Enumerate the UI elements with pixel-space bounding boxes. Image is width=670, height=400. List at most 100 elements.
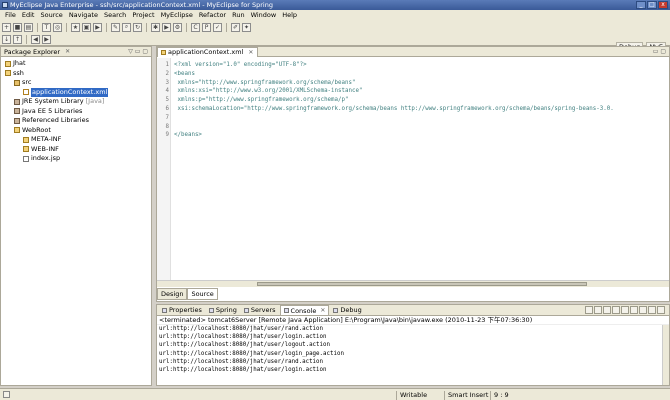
display-console-icon[interactable]	[630, 306, 638, 314]
tab-properties[interactable]: Properties	[159, 305, 205, 315]
view-menu-icon[interactable]: ▽ ▭ ▢	[128, 48, 148, 55]
web-browser-icon[interactable]: ◎	[53, 22, 62, 32]
library-icon	[14, 108, 20, 115]
vertical-scrollbar[interactable]	[662, 325, 669, 385]
scrollbar-thumb[interactable]	[257, 282, 587, 286]
horizontal-scrollbar[interactable]	[157, 280, 669, 287]
line-number: 4	[165, 88, 170, 95]
menu-project[interactable]: Project	[129, 11, 157, 19]
open-console-icon[interactable]	[639, 306, 647, 314]
tab-debug[interactable]: Debug	[330, 305, 364, 315]
tab-design[interactable]: Design	[157, 288, 188, 300]
code-editor[interactable]: 1 <?xml version="1.0" encoding="UTF-8"?> 2…	[157, 58, 669, 280]
tree-item[interactable]: WebRoot	[1, 126, 151, 136]
scroll-lock-icon[interactable]	[612, 306, 620, 314]
server-icon[interactable]: ▶	[93, 22, 102, 32]
new-package-icon[interactable]: P	[202, 22, 211, 32]
menu-source[interactable]: Source	[37, 11, 65, 19]
next-annotation-icon[interactable]: ↓	[2, 34, 11, 44]
tab-spring[interactable]: Spring	[206, 305, 240, 315]
package-explorer-tab[interactable]: Package Explorer ✕ ▽ ▭ ▢	[1, 47, 151, 57]
editor-window-controls[interactable]: ▭ ▢	[653, 48, 666, 55]
minimize-icon[interactable]	[648, 306, 656, 314]
toggle-mark-occurrences-icon[interactable]: ✐	[231, 22, 240, 32]
tab-console[interactable]: Console ✕	[279, 305, 330, 316]
main-toolbar: + ■ ▤ T ◎ ★ ▣ ▶ ✎ ⌕ ↻ ✱ ▶ ⚙ C P ✓ ✐ ✦ ↓ …	[0, 20, 670, 52]
menu-search[interactable]: Search	[101, 11, 129, 19]
deploy-icon[interactable]: ▣	[82, 22, 91, 32]
remove-launch-icon[interactable]	[594, 306, 602, 314]
clear-console-icon[interactable]	[603, 306, 611, 314]
editor-tab-applicationcontext[interactable]: applicationContext.xml ✕	[157, 47, 259, 57]
open-task-icon[interactable]: ✓	[213, 22, 222, 32]
tree-item[interactable]: ssh	[1, 69, 151, 79]
tree-item[interactable]: Java EE 5 Libraries	[1, 107, 151, 117]
tree-item[interactable]: applicationContext.xml	[1, 87, 151, 97]
tree-item[interactable]: Jhat	[1, 59, 151, 69]
tree-item[interactable]: WEB-INF	[1, 145, 151, 155]
tree-item[interactable]: META-INF	[1, 135, 151, 145]
run-icon[interactable]: ▶	[162, 22, 171, 32]
menu-help[interactable]: Help	[279, 11, 300, 19]
new-wizard-icon[interactable]: ★	[71, 22, 80, 32]
tree-item[interactable]: src	[1, 78, 151, 88]
pin-console-icon[interactable]	[621, 306, 629, 314]
tab-source[interactable]: Source	[187, 288, 218, 300]
xml-file-icon	[161, 50, 166, 55]
close-button[interactable]: x	[658, 1, 668, 9]
tree-item[interactable]: JRE System Library [Java]	[1, 97, 151, 107]
project-icon	[5, 60, 11, 67]
window-title: MyEclipse Java Enterprise - ssh/src/appl…	[10, 1, 273, 9]
new-icon[interactable]: +	[2, 22, 11, 32]
tree-item-label: JRE System Library	[22, 97, 84, 105]
properties-icon	[162, 307, 167, 313]
close-icon[interactable]: ✕	[320, 306, 325, 316]
new-class-icon[interactable]: C	[191, 22, 200, 32]
debug-icon[interactable]: ✱	[151, 22, 160, 32]
tab-servers-label: Servers	[250, 306, 276, 314]
menu-window[interactable]: Window	[248, 11, 280, 19]
line-number: 5	[165, 97, 170, 104]
console-output[interactable]: url:http://localhost:8080/jhat/user/rand…	[157, 325, 669, 383]
tree-item[interactable]: Referenced Libraries	[1, 116, 151, 126]
close-icon[interactable]: ✕	[248, 48, 253, 57]
code-line: 1 <?xml version="1.0" encoding="UTF-8"?>	[157, 61, 307, 70]
menu-navigate[interactable]: Navigate	[66, 11, 101, 19]
console-line: url:http://localhost:8080/jhat/user/logi…	[159, 334, 327, 341]
menu-myeclipse[interactable]: MyEclipse	[158, 11, 196, 19]
save-icon[interactable]: ■	[13, 22, 22, 32]
refresh-icon[interactable]: ↻	[133, 22, 142, 32]
toolbar-separator	[26, 34, 27, 44]
editor-tabs: applicationContext.xml ✕ ▭ ▢	[157, 47, 669, 57]
status-bar: Writable Smart Insert 9 : 9	[0, 388, 670, 400]
menu-run[interactable]: Run	[229, 11, 247, 19]
tree-item-label: Java EE 5 Libraries	[22, 106, 83, 115]
edit-icon[interactable]: ✎	[111, 22, 120, 32]
console-line: url:http://localhost:8080/jhat/user/logi…	[159, 350, 344, 357]
search-icon[interactable]: ⌕	[122, 22, 131, 32]
folder-icon	[23, 136, 29, 143]
annotation-icon[interactable]: ✦	[242, 22, 251, 32]
forward-icon[interactable]: ▶	[42, 34, 51, 44]
external-tools-icon[interactable]: ⚙	[173, 22, 182, 32]
fast-view-icon[interactable]	[3, 391, 10, 398]
code-line: 8	[157, 123, 174, 132]
menu-refactor[interactable]: Refactor	[196, 11, 229, 19]
tab-debug-label: Debug	[340, 306, 362, 314]
previous-annotation-icon[interactable]: ↑	[13, 34, 22, 44]
print-icon[interactable]: ▤	[24, 22, 33, 32]
terminate-icon[interactable]	[585, 306, 593, 314]
app-icon	[2, 2, 8, 8]
package-explorer: Package Explorer ✕ ▽ ▭ ▢ Jhat ssh src appli…	[0, 46, 152, 386]
back-icon[interactable]: ◀	[31, 34, 40, 44]
menu-edit[interactable]: Edit	[19, 11, 38, 19]
open-type-icon[interactable]: T	[42, 22, 51, 32]
menu-file[interactable]: File	[2, 11, 19, 19]
tab-servers[interactable]: Servers	[241, 305, 279, 315]
code-line: 3 xmlns="http://www.springframework.org/…	[157, 79, 356, 88]
close-icon[interactable]: ✕	[65, 48, 70, 55]
maximize-button[interactable]: □	[647, 1, 657, 9]
minimize-button[interactable]: _	[636, 1, 646, 9]
maximize-icon[interactable]	[657, 306, 665, 314]
tree-item[interactable]: index.jsp	[1, 154, 151, 164]
